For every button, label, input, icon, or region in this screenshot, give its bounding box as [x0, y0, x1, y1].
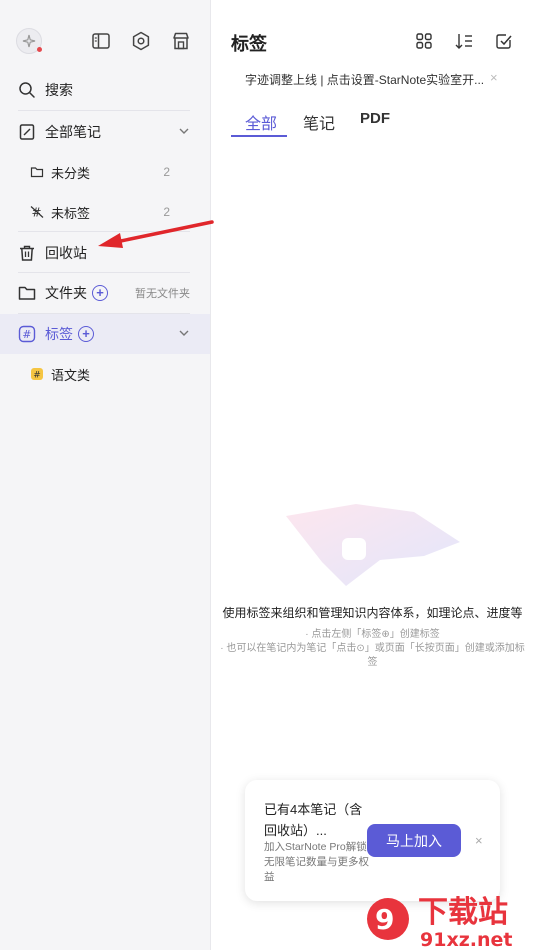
- tags-label: 标签: [45, 326, 73, 342]
- empty-state-hint: · 点击左侧「标签⊕」创建标签: [305, 629, 440, 640]
- avatar[interactable]: [16, 28, 42, 54]
- search-item[interactable]: 搜索: [0, 70, 210, 110]
- sidebar-item-folders[interactable]: 文件夹 + 暂无文件夹: [0, 273, 210, 313]
- empty-state-hint: · 也可以在笔记内为笔记「点击⊙」或页面「长按页面」创建或添加标: [220, 643, 525, 654]
- tab-all[interactable]: 全部: [245, 110, 277, 134]
- untagged-label: 未标签: [51, 205, 91, 221]
- select-icon[interactable]: [494, 31, 514, 51]
- sidebar-toolbar: [16, 28, 194, 54]
- sparkle-icon: [22, 34, 36, 48]
- notification-dot: [37, 47, 42, 52]
- join-now-button[interactable]: 马上加入: [367, 824, 461, 857]
- add-tag-icon[interactable]: +: [78, 326, 94, 342]
- tag-item[interactable]: # 语文类: [0, 354, 210, 394]
- sidebar: 搜索 全部笔记 未分类 2 # 未标签 2 回收站 文件夹 +: [0, 0, 211, 950]
- store-icon[interactable]: [170, 30, 192, 52]
- tab-pdf[interactable]: PDF: [360, 110, 390, 127]
- trash-label: 回收站: [45, 245, 87, 261]
- folder-icon: [18, 284, 36, 302]
- promo-close-button[interactable]: ×: [475, 833, 483, 848]
- sidebar-item-tags[interactable]: # 标签 +: [0, 314, 210, 354]
- notebook-icon: [18, 123, 36, 141]
- all-notes-item[interactable]: 全部笔记: [0, 112, 210, 152]
- empty-state-title: 使用标签来组织和管理知识内容体系，如理论点、进度等: [222, 606, 523, 620]
- svg-text:9: 9: [375, 903, 394, 936]
- sidebar-item-uncategorized[interactable]: 未分类 2: [0, 152, 210, 192]
- divider: [18, 110, 190, 111]
- upgrade-promo-card: 已有4本笔记（含回收站）... 加入StarNote Pro解锁无限笔记数量与更…: [245, 780, 500, 901]
- tag-icon: #: [18, 325, 36, 343]
- empty-state-hint: 签: [367, 657, 378, 668]
- page-title: 标签: [231, 34, 267, 54]
- watermark-text: 下载站: [418, 895, 508, 930]
- search-label: 搜索: [45, 82, 73, 98]
- tag-badge-icon: #: [30, 367, 44, 381]
- sort-icon[interactable]: [454, 31, 474, 51]
- all-notes-label: 全部笔记: [45, 124, 101, 140]
- watermark-logo-icon: 9 下载站 91xz.net: [367, 895, 512, 950]
- grid-view-icon[interactable]: [414, 31, 434, 51]
- settings-icon[interactable]: [130, 30, 152, 52]
- announcement-banner[interactable]: 字迹调整上线 | 点击设置-StarNote实验室开...: [245, 71, 487, 88]
- promo-description: 加入StarNote Pro解锁无限笔记数量与更多权益: [264, 841, 369, 883]
- chevron-down-icon[interactable]: [178, 327, 190, 339]
- folder-icon: [30, 165, 44, 179]
- chevron-down-icon[interactable]: [178, 125, 190, 137]
- site-watermark: 9 下载站 91xz.net: [362, 888, 534, 950]
- uncategorized-label: 未分类: [51, 165, 91, 181]
- tab-notes[interactable]: 笔记: [303, 110, 335, 134]
- svg-text:#: #: [22, 328, 31, 341]
- add-folder-icon[interactable]: +: [92, 285, 108, 301]
- no-tag-icon: #: [30, 205, 44, 219]
- uncategorized-count: 2: [163, 165, 170, 179]
- tag-label: 语文类: [51, 367, 91, 383]
- banner-close-button[interactable]: ×: [490, 70, 498, 85]
- promo-title: 已有4本笔记（含回收站）...: [264, 802, 363, 838]
- no-folders-note: 暂无文件夹: [135, 288, 190, 300]
- svg-text:#: #: [33, 371, 41, 381]
- active-tab-indicator: [231, 135, 287, 137]
- empty-state-illustration: [286, 504, 460, 586]
- watermark-url: 91xz.net: [420, 929, 512, 950]
- sidebar-toggle-icon[interactable]: [90, 30, 112, 52]
- trash-icon: [18, 244, 36, 262]
- search-icon: [18, 81, 36, 99]
- annotation-arrow-icon: [98, 220, 214, 248]
- folders-label: 文件夹: [45, 285, 87, 301]
